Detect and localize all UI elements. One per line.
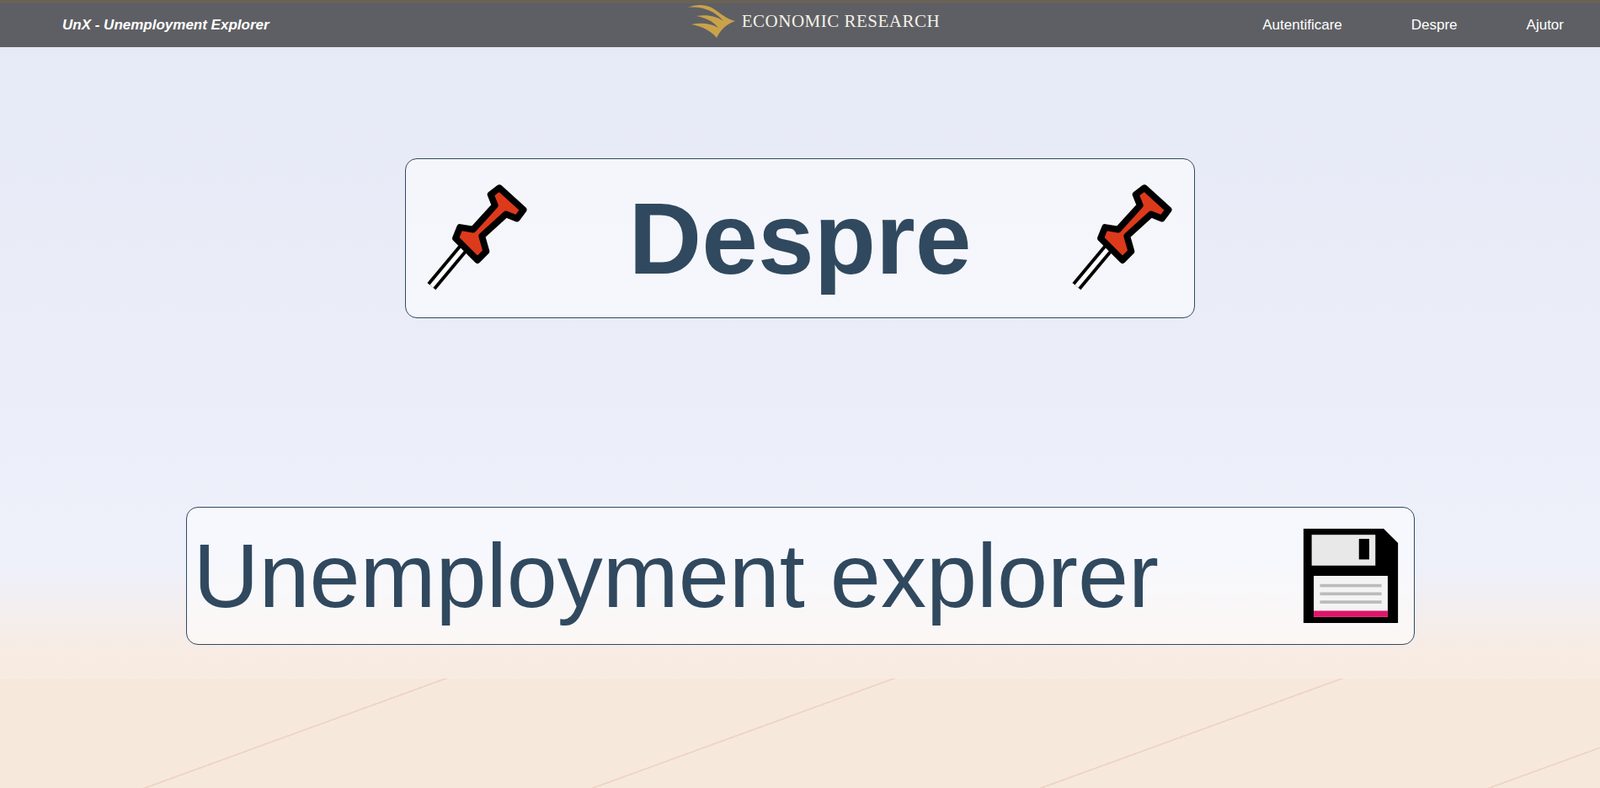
nav-link[interactable]: Ajutor bbox=[1526, 16, 1564, 34]
nav-links: Autentificare Despre Ajutor bbox=[939, 16, 1564, 34]
eagle-icon bbox=[686, 2, 737, 40]
top-nav: UnX - Unemployment Explorer ECONOMIC RES… bbox=[0, 0, 1600, 48]
pushpin-icon bbox=[422, 183, 533, 294]
floor-illustration bbox=[0, 678, 1600, 788]
logo[interactable]: ECONOMIC RESEARCH bbox=[686, 2, 940, 40]
page: UnX - Unemployment Explorer ECONOMIC RES… bbox=[0, 0, 1600, 788]
heading-text: Despre bbox=[629, 177, 972, 299]
floppy-disk-icon bbox=[1299, 524, 1403, 628]
brand-link[interactable]: UnX - Unemployment Explorer bbox=[62, 16, 687, 34]
pushpin-icon bbox=[1067, 183, 1178, 294]
title-text: Unemployment explorer bbox=[193, 521, 1160, 631]
hero-background: Despre Unemployment explorer bbox=[0, 47, 1600, 788]
logo-text: ECONOMIC RESEARCH bbox=[741, 10, 940, 32]
title-box: Unemployment explorer bbox=[186, 506, 1415, 646]
nav-link[interactable]: Despre bbox=[1411, 16, 1458, 34]
heading-box: Despre bbox=[405, 158, 1195, 319]
nav-link[interactable]: Autentificare bbox=[1262, 16, 1343, 34]
